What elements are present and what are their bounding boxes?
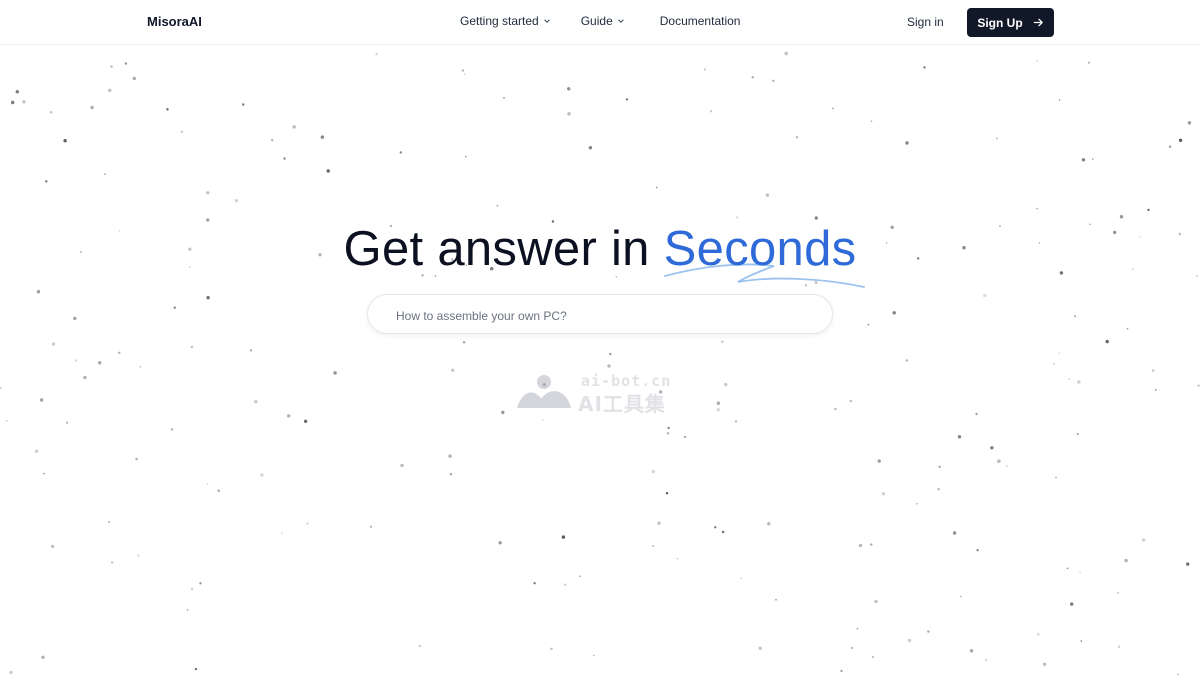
nav-documentation[interactable]: Documentation [660, 14, 741, 28]
starfield-background [0, 51, 1200, 675]
hero-title-prefix: Get answer in [343, 222, 664, 276]
hero-title-accent: Seconds [663, 222, 857, 276]
watermark-logo: ai-bot.cn AI工具集 [515, 372, 690, 416]
sign-in-link[interactable]: Sign in [907, 15, 944, 29]
watermark-icon [517, 375, 571, 408]
sign-up-label: Sign Up [977, 15, 1023, 30]
nav-getting-started[interactable]: Getting started [460, 14, 551, 28]
nav-documentation-label: Documentation [659, 14, 741, 28]
nav-guide[interactable]: Guide [581, 14, 625, 28]
search-input[interactable] [394, 304, 818, 328]
brand-logo[interactable]: MisoraAI [147, 14, 202, 29]
chevron-down-icon [543, 19, 550, 23]
watermark-title: AI工具集 [578, 392, 666, 416]
search-bar[interactable] [367, 294, 833, 334]
nav-guide-label: Guide [580, 14, 613, 28]
hero-title: Get answer in Seconds [0, 221, 1200, 277]
nav-getting-started-label: Getting started [460, 14, 539, 28]
chevron-down-icon [617, 19, 624, 23]
main-nav: Getting started Guide Documentation [460, 14, 740, 28]
arrow-right-icon [1033, 18, 1043, 27]
sign-up-button[interactable]: Sign Up [967, 8, 1054, 37]
top-navbar: MisoraAI Getting started Guide Documenta… [0, 0, 1200, 45]
